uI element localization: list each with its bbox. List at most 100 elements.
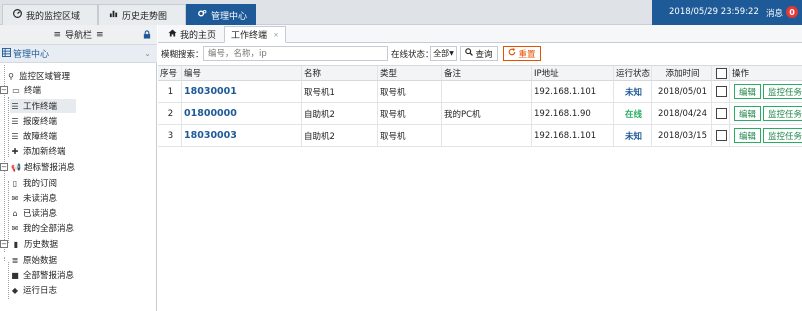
messages-link[interactable]: 消息 [766,7,783,19]
table-header: 序号 编号 名称 类型 备注 IP地址 运行状态 添加时间 操作 [158,65,802,81]
tab-label: 管理中心 [211,11,248,22]
tab-home[interactable]: 我的主页 [162,26,222,43]
list-icon: ☰ [11,116,19,126]
reset-button[interactable]: 重置 [503,46,541,61]
tree-item-label: 我的全部消息 [23,224,75,234]
tree-item-label: 故障终端 [23,132,58,142]
cell-index: 2 [158,103,182,124]
plus-icon: ✚ [11,146,19,156]
refresh-icon [508,48,516,59]
tab-history-trend[interactable]: 历史走势图 [98,4,186,25]
cell-ip: 192.168.1.90 [532,103,614,124]
cell-code[interactable]: 18030001 [182,81,302,102]
edit-button[interactable]: 编辑 [734,128,762,143]
tree-item-all-my-messages[interactable]: ✉ 我的全部消息 [10,221,74,235]
collapse-icon[interactable]: − [0,86,8,94]
map-pin-icon: ⚲ [8,71,14,81]
tab-working-terminal[interactable]: 工作终端 × [224,26,286,43]
cell-status: 未知 [614,81,652,102]
bullhorn-icon: 📢 [11,162,21,172]
tree-item-working-terminal[interactable]: ☰ 工作终端 [10,99,76,113]
filter-bar: 模糊搜索： 在线状态： 全部 ▼ 查询 重置 [158,44,802,64]
cell-index: 1 [158,81,182,102]
monitor-task-button[interactable]: 监控任务 [763,106,802,121]
collapse-icon[interactable]: − [0,240,8,248]
cell-date: 2018/04/24 [652,103,712,124]
tree-item-label: 终端 [24,86,42,96]
tree-item-raw-data[interactable]: ≣ 原始数据 [10,253,57,267]
tree-line [4,257,5,261]
row-checkbox[interactable] [716,130,727,141]
header-datetime: 2018/05/29 23:59:22 [669,7,759,17]
col-type: 类型 [378,66,442,80]
tree-item-all-alarms[interactable]: ■ 全部警报消息 [10,268,74,282]
cell-actions: 编辑 监控任务 [730,125,802,146]
sidebar-title: 导航栏 [64,31,92,41]
cell-name: 自助机2 [302,103,378,124]
table-row: 1 18030001 取号机1 取号机 192.168.1.101 未知 201… [158,81,802,103]
monitor-icon: ▭ [12,85,20,95]
row-checkbox[interactable] [716,108,727,119]
monitor-task-button[interactable]: 监控任务 [763,84,802,99]
sidebar-header: ≡ 导航栏 ≡ [0,25,157,45]
tree-item-read-messages[interactable]: ⌂ 已读消息 [10,206,57,220]
cell-type: 取号机 [378,81,442,102]
tree-item-run-log[interactable]: ◆ 运行日志 [10,283,57,297]
tab-management-center[interactable]: 管理中心 [186,4,256,25]
envelope-icon: ✉ [11,193,19,203]
col-select [712,66,730,80]
tree-item-label: 运行日志 [23,286,58,296]
tab-my-monitor-area[interactable]: 我的监控区域 [2,4,98,25]
tree-item-label: 工作终端 [23,102,58,112]
online-status-label: 在线状态： [391,50,434,60]
monitor-task-button[interactable]: 监控任务 [763,128,802,143]
query-button[interactable]: 查询 [460,46,498,61]
tree-item-label: 我的订阅 [23,179,58,189]
message-count-badge[interactable]: 0 [786,6,798,18]
list-icon: ☰ [11,131,19,141]
collapse-icon[interactable]: − [0,163,8,171]
tab-label: 历史走势图 [122,11,168,22]
col-status: 运行状态 [614,66,652,80]
tree-item-add-terminal[interactable]: ✚ 添加新终端 [10,144,66,158]
edit-button[interactable]: 编辑 [734,84,762,99]
row-checkbox[interactable] [716,86,727,97]
col-remark: 备注 [442,66,532,80]
cell-code[interactable]: 01800000 [182,103,302,124]
cell-date: 2018/03/15 [652,125,712,146]
tree-item-my-subscriptions[interactable]: ▯ 我的订阅 [10,176,57,190]
fuzzy-search-label: 模糊搜索： [161,50,204,60]
lock-icon[interactable] [143,30,151,42]
cell-actions: 编辑 监控任务 [730,81,802,102]
tree-item-faulty-terminal[interactable]: ☰ 故障终端 [10,129,57,143]
home-icon [168,29,177,40]
tree-item-label: 历史数据 [24,240,59,250]
menu-icon: ≡ [53,29,61,40]
tree-item-terminal[interactable]: − ▭ 终端 [0,83,41,97]
tree-item-label: 已读消息 [23,209,58,219]
edit-button[interactable]: 编辑 [734,106,762,121]
sidebar-menu-header[interactable]: 管理中心 ⌄ [0,45,157,63]
bookmark-icon: ▯ [12,178,18,188]
close-icon[interactable]: × [273,31,279,39]
tree-item-history-data[interactable]: − ▮ 历史数据 [0,237,58,251]
tree-item-label: 超标警报消息 [24,163,76,173]
tree-item-unread-messages[interactable]: ✉ 未读消息 [10,191,57,205]
menu-icon: ≡ [96,29,104,40]
tree-item-scrapped-terminal[interactable]: ☰ 报废终端 [10,114,57,128]
tab-label: 工作终端 [231,31,268,41]
tree-item-monitor-area-mgmt[interactable]: ⚲ 监控区域管理 [6,69,70,83]
tree-item-label: 全部警报消息 [23,271,75,281]
search-input[interactable] [203,46,388,61]
cell-code[interactable]: 18030003 [182,125,302,146]
col-date: 添加时间 [652,66,712,80]
tree-line [8,181,9,243]
col-ip: IP地址 [532,66,614,80]
cell-status: 未知 [614,125,652,146]
online-status-select[interactable]: 全部 ▼ [430,46,457,61]
col-name: 名称 [302,66,378,80]
cell-type: 取号机 [378,125,442,146]
select-all-checkbox[interactable] [716,67,727,79]
tree-item-alarm-messages[interactable]: − 📢 超标警报消息 [0,160,75,174]
sidebar: ≡ 导航栏 ≡ 管理中心 ⌄ ⚲ 监控区域管理 − ▭ 终端 ☰ 工作终端 ☰ … [0,25,157,311]
